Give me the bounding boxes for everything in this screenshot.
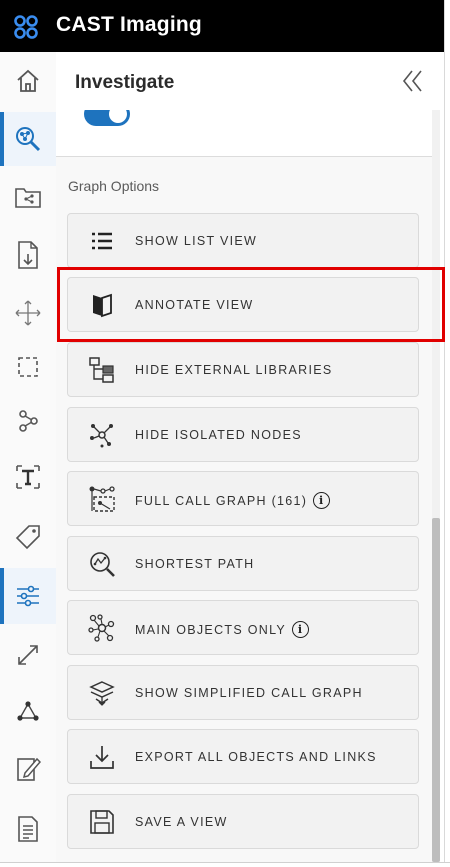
option-label: SAVE A VIEW: [135, 815, 228, 829]
show-list-view-button[interactable]: SHOW LIST VIEW: [67, 213, 419, 268]
show-simplified-call-graph-button[interactable]: SHOW SIMPLIFIED CALL GRAPH: [67, 665, 419, 720]
list-icon: [92, 232, 112, 250]
file-download-icon: [18, 241, 38, 269]
rail-home[interactable]: [0, 56, 56, 106]
rail-folder-share[interactable]: [0, 172, 56, 222]
section-label-graph-options: Graph Options: [68, 178, 160, 194]
text-tool-icon: [16, 465, 40, 489]
rail-path[interactable]: [0, 396, 56, 446]
sliders-icon: [17, 585, 39, 607]
double-chevron-left-icon[interactable]: [400, 68, 426, 94]
info-icon[interactable]: i: [313, 492, 331, 509]
folder-share-icon: [15, 188, 41, 208]
document-icon: [18, 816, 38, 842]
hide-external-libraries-button[interactable]: HIDE EXTERNAL LIBRARIES: [67, 342, 419, 397]
toggle-switch[interactable]: [84, 110, 130, 126]
selection-box-icon: [18, 357, 38, 377]
scrollbar-thumb[interactable]: [432, 518, 440, 862]
option-label: HIDE ISOLATED NODES: [135, 428, 302, 442]
hierarchy-icon: [89, 357, 114, 383]
call-graph-icon: [89, 486, 115, 512]
rail-text[interactable]: [0, 452, 56, 502]
layers-icon: [89, 681, 115, 706]
home-icon: [17, 69, 39, 92]
search-path-icon: [90, 552, 115, 577]
tag-icon: [15, 525, 40, 550]
shortest-path-button[interactable]: SHORTEST PATH: [67, 536, 419, 591]
export-all-objects-button[interactable]: EXPORT ALL OBJECTS AND LINKS: [67, 729, 419, 784]
option-label-text: MAIN OBJECTS ONLY: [135, 622, 287, 637]
graph-triangle-icon: [17, 701, 39, 721]
left-toolbar: [0, 52, 57, 864]
floppy-disk-icon: [90, 810, 114, 834]
expand-arrows-icon: [18, 645, 38, 665]
option-label: SHORTEST PATH: [135, 557, 255, 571]
rail-selection[interactable]: [0, 342, 56, 392]
rail-file-download[interactable]: [0, 230, 56, 280]
edit-note-icon: [17, 757, 41, 781]
isolated-nodes-icon: [90, 424, 113, 448]
window-edge: [444, 0, 450, 866]
option-label: FULL CALL GRAPH (161) i: [135, 492, 331, 509]
rail-settings[interactable]: [0, 568, 56, 624]
rail-graph[interactable]: [0, 686, 56, 736]
info-icon[interactable]: i: [292, 621, 310, 638]
rail-document[interactable]: [0, 804, 56, 854]
panel-title: Investigate: [75, 72, 175, 93]
investigate-icon: [16, 127, 41, 152]
panel-header: Investigate: [56, 52, 440, 110]
save-a-view-button[interactable]: SAVE A VIEW: [67, 794, 419, 849]
app-title: CAST Imaging: [56, 13, 202, 36]
rail-edit[interactable]: [0, 744, 56, 794]
option-label: MAIN OBJECTS ONLY i: [135, 621, 310, 638]
option-label: SHOW LIST VIEW: [135, 234, 258, 248]
move-arrows-icon: [15, 300, 41, 326]
rail-move[interactable]: [0, 288, 56, 338]
cast-logo-icon: [14, 15, 38, 39]
path-nodes-icon: [19, 410, 38, 432]
rail-expand[interactable]: [0, 630, 56, 680]
option-label-text: FULL CALL GRAPH (161): [135, 493, 308, 508]
graph-options-panel: Graph Options SHOW LIST VIEW ANNOTATE VI…: [56, 110, 432, 862]
full-call-graph-button[interactable]: FULL CALL GRAPH (161) i: [67, 471, 419, 526]
download-icon: [90, 746, 114, 769]
main-objects-only-button[interactable]: MAIN OBJECTS ONLY i: [67, 600, 419, 655]
rail-tag[interactable]: [0, 512, 56, 562]
bottom-border: [0, 862, 450, 867]
option-label: EXPORT ALL OBJECTS AND LINKS: [135, 750, 377, 764]
toggle-row: [56, 110, 432, 157]
option-label: HIDE EXTERNAL LIBRARIES: [135, 363, 333, 377]
app-header: CAST Imaging: [0, 0, 445, 52]
rail-investigate[interactable]: [0, 112, 56, 166]
option-label: SHOW SIMPLIFIED CALL GRAPH: [135, 686, 363, 700]
hide-isolated-nodes-button[interactable]: HIDE ISOLATED NODES: [67, 407, 419, 462]
main-objects-icon: [88, 614, 115, 642]
highlight-annotation-box: [57, 267, 445, 342]
